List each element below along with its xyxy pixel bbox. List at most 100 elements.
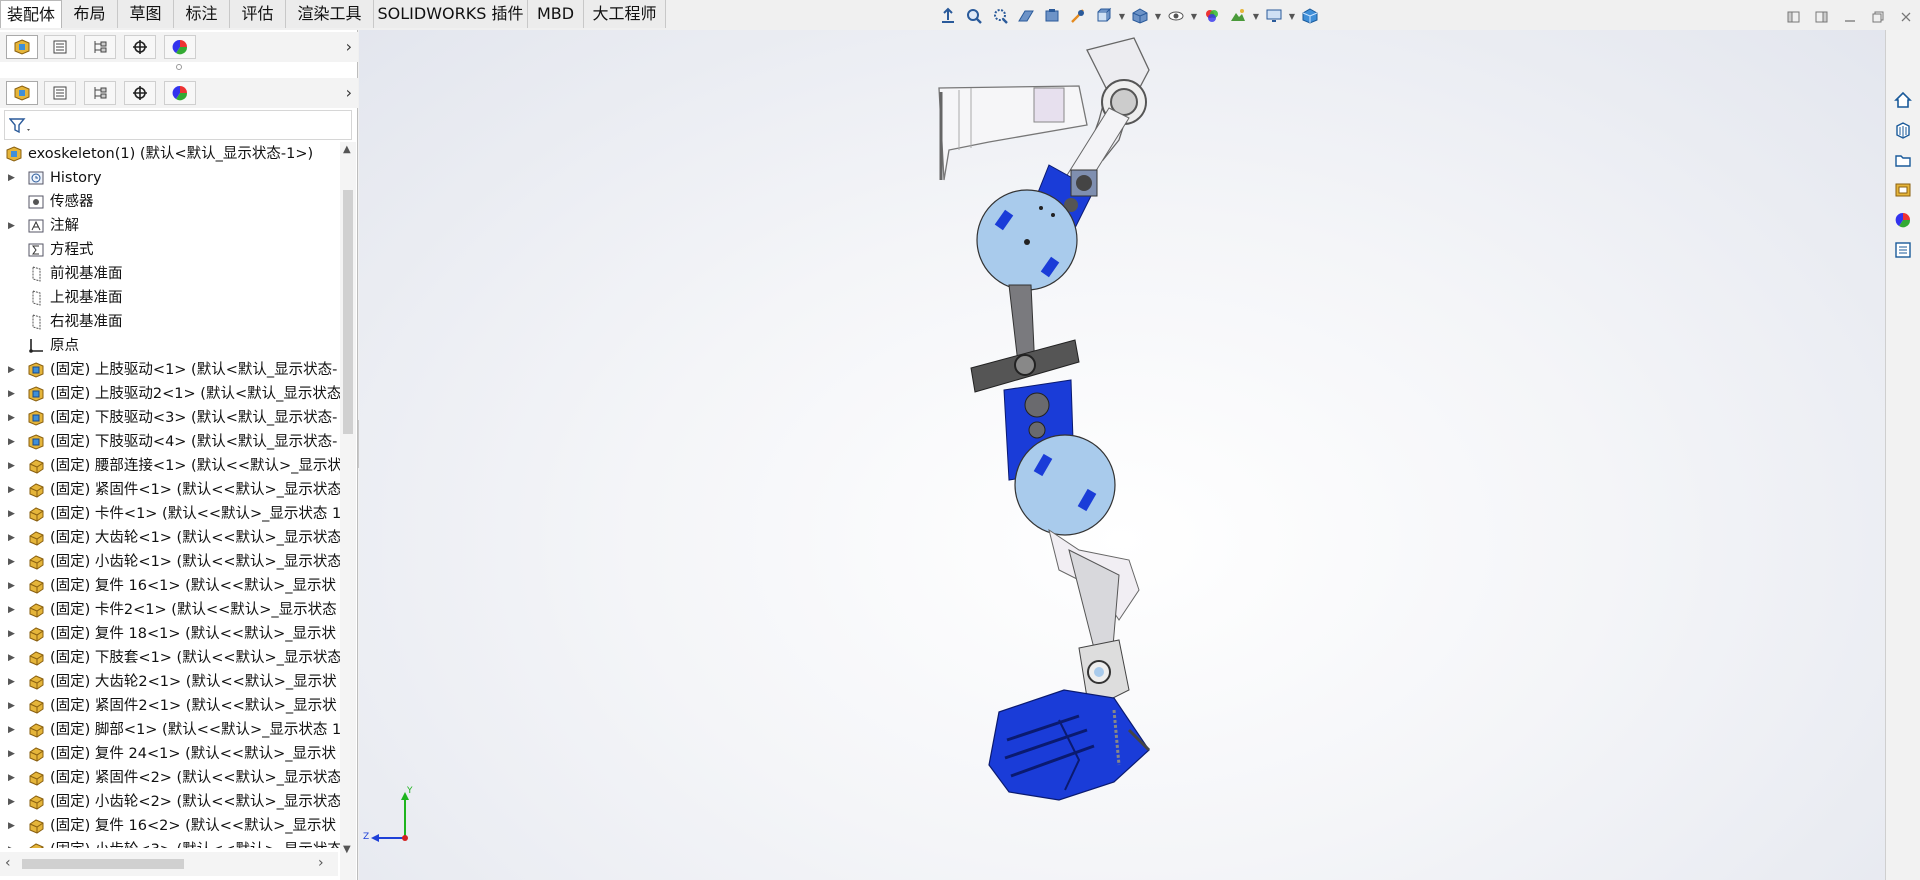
expand-arrow-icon[interactable]: ▶ — [8, 478, 15, 502]
tree-horizontal-scroll-thumb[interactable] — [22, 859, 184, 869]
view-palette-icon[interactable] — [1891, 178, 1915, 202]
zoom-to-fit-icon[interactable] — [961, 4, 987, 28]
scroll-down-arrow[interactable]: ▼ — [343, 844, 351, 855]
tab-sketch[interactable]: 草图 — [118, 0, 174, 28]
display-style-icon[interactable] — [1127, 4, 1153, 28]
expand-arrow-icon[interactable]: ▶ — [8, 622, 15, 646]
hide-show-caret[interactable]: ▼ — [1189, 4, 1199, 28]
apply-scene-caret[interactable]: ▼ — [1251, 4, 1261, 28]
tree-item[interactable]: ▶ History — [0, 166, 340, 190]
tree-vertical-scroll-thumb[interactable] — [343, 190, 353, 434]
tree-item[interactable]: ▶ (固定) 复件 18<1> (默认<<默认>_显示状 — [0, 622, 340, 646]
tab-engineer[interactable]: 大工程师 — [584, 0, 666, 28]
tree-item[interactable]: ▶ (固定) 复件 16<2> (默认<<默认>_显示状 — [0, 814, 340, 838]
tree-item[interactable]: ▶ (固定) 大齿轮<1> (默认<<默认>_显示状态 — [0, 526, 340, 550]
expand-arrow-icon[interactable]: ▶ — [8, 814, 15, 838]
expand-arrow-icon[interactable]: ▶ — [8, 358, 15, 382]
display-manager-tab-icon[interactable] — [164, 35, 196, 59]
scroll-up-arrow[interactable]: ▲ — [343, 144, 351, 155]
view-setting-monitor-icon[interactable] — [1261, 4, 1287, 28]
expand-arrow-icon[interactable]: ▶ — [8, 406, 15, 430]
panel-splitter-dot[interactable] — [176, 64, 182, 70]
solidworks-resources-home-icon[interactable] — [1891, 88, 1915, 112]
tree-item[interactable]: ▶ (固定) 紧固件<1> (默认<<默认>_显示状态 — [0, 478, 340, 502]
tree-item[interactable]: ▶ (固定) 脚部<1> (默认<<默认>_显示状态 1 — [0, 718, 340, 742]
minimize-icon[interactable] — [1836, 6, 1864, 28]
configuration-manager-tab-icon[interactable] — [84, 35, 116, 59]
graphics-viewport[interactable]: Y Z — [359, 30, 1885, 880]
tab-mbd[interactable]: MBD — [528, 0, 584, 28]
tree-item[interactable]: ▶ (固定) 上肢驱动<1> (默认<默认_显示状态- — [0, 358, 340, 382]
tree-item[interactable]: 上视基准面 — [0, 286, 340, 310]
property-manager-tab-icon[interactable] — [44, 35, 76, 59]
expand-arrow-icon[interactable]: ▶ — [8, 598, 15, 622]
tile-right-icon[interactable] — [1808, 6, 1836, 28]
expand-arrow-icon[interactable]: ▶ — [8, 454, 15, 478]
configuration-manager-tab-icon[interactable] — [84, 81, 116, 105]
dimxpert-manager-tab-icon[interactable] — [124, 81, 156, 105]
tree-item[interactable]: ▶ (固定) 下肢驱动<3> (默认<默认_显示状态- — [0, 406, 340, 430]
tree-item[interactable]: ▶ (固定) 紧固件<2> (默认<<默认>_显示状态 — [0, 766, 340, 790]
expand-arrow-icon[interactable]: ▶ — [8, 574, 15, 598]
tree-item[interactable]: 方程式 — [0, 238, 340, 262]
view-setting-caret[interactable]: ▼ — [1287, 4, 1297, 28]
tree-item[interactable]: ▶ (固定) 紧固件2<1> (默认<<默认>_显示状 — [0, 694, 340, 718]
feature-manager-tab-icon[interactable] — [6, 35, 38, 59]
apply-scene-icon[interactable] — [1225, 4, 1251, 28]
tile-left-icon[interactable] — [1780, 6, 1808, 28]
tree-item[interactable]: ▶ (固定) 下肢驱动<4> (默认<默认_显示状态- — [0, 430, 340, 454]
expand-arrow-icon[interactable]: ▶ — [8, 718, 15, 742]
tree-item[interactable]: ▶ (固定) 复件 16<1> (默认<<默认>_显示状 — [0, 574, 340, 598]
tree-root-assembly[interactable]: exoskeleton(1) (默认<默认_显示状态-1>) — [0, 142, 340, 166]
dimxpert-manager-tab-icon[interactable] — [124, 35, 156, 59]
tree-item[interactable]: ▶ (固定) 大齿轮2<1> (默认<<默认>_显示状 — [0, 670, 340, 694]
tab-render-tools[interactable]: 渲染工具 — [286, 0, 374, 28]
file-explorer-icon[interactable] — [1891, 148, 1915, 172]
design-library-icon[interactable] — [1891, 118, 1915, 142]
tab-evaluate[interactable]: 评估 — [230, 0, 286, 28]
tree-item[interactable]: 前视基准面 — [0, 262, 340, 286]
expand-arrow-icon[interactable]: ▶ — [8, 790, 15, 814]
tree-item[interactable]: 传感器 — [0, 190, 340, 214]
tree-item[interactable]: ▶ (固定) 腰部连接<1> (默认<<默认>_显示状 — [0, 454, 340, 478]
feature-manager-tab-icon[interactable] — [6, 81, 38, 105]
expand-arrow-icon[interactable]: ▶ — [8, 430, 15, 454]
tree-item[interactable]: ▶ (固定) 小齿轮<2> (默认<<默认>_显示状态 — [0, 790, 340, 814]
panel-expand-arrow-top[interactable]: › — [346, 37, 352, 56]
close-icon[interactable] — [1892, 6, 1920, 28]
expand-arrow-icon[interactable]: ▶ — [8, 838, 15, 848]
tree-item[interactable]: ▶ (固定) 上肢驱动2<1> (默认<默认_显示状态 — [0, 382, 340, 406]
restore-icon[interactable] — [1864, 6, 1892, 28]
expand-arrow-icon[interactable]: ▶ — [8, 214, 15, 238]
expand-arrow-icon[interactable]: ▶ — [8, 646, 15, 670]
display-style-caret[interactable]: ▼ — [1153, 4, 1163, 28]
expand-arrow-icon[interactable]: ▶ — [8, 502, 15, 526]
tab-markup[interactable]: 标注 — [174, 0, 230, 28]
tree-item[interactable]: 右视基准面 — [0, 310, 340, 334]
tree-filter-field[interactable] — [4, 110, 352, 140]
zoom-to-area-icon[interactable] — [987, 4, 1013, 28]
3d-cube-icon[interactable] — [1297, 4, 1323, 28]
view-orientation-caret[interactable]: ▼ — [1117, 4, 1127, 28]
tab-layout[interactable]: 布局 — [62, 0, 118, 28]
tree-item[interactable]: ▶ 注解 — [0, 214, 340, 238]
property-manager-tab-icon[interactable] — [44, 81, 76, 105]
hide-show-items-icon[interactable] — [1163, 4, 1189, 28]
scroll-left-arrow[interactable]: ‹ — [5, 855, 11, 871]
expand-arrow-icon[interactable]: ▶ — [8, 550, 15, 574]
scroll-right-arrow[interactable]: › — [318, 855, 324, 871]
expand-arrow-icon[interactable]: ▶ — [8, 670, 15, 694]
tree-item[interactable]: 原点 — [0, 334, 340, 358]
view-settings-icon[interactable] — [1065, 4, 1091, 28]
tree-item[interactable]: ▶ (固定) 卡件2<1> (默认<<默认>_显示状态 — [0, 598, 340, 622]
previous-view-icon[interactable] — [935, 4, 961, 28]
display-manager-tab-icon[interactable] — [164, 81, 196, 105]
filter-icon[interactable] — [9, 117, 33, 135]
tab-assembly[interactable]: 装配体 — [0, 0, 62, 28]
edit-appearance-icon[interactable] — [1199, 4, 1225, 28]
dynamic-annotation-icon[interactable] — [1039, 4, 1065, 28]
exoskeleton-model[interactable] — [359, 30, 1885, 880]
expand-arrow-icon[interactable]: ▶ — [8, 526, 15, 550]
expand-arrow-icon[interactable]: ▶ — [8, 382, 15, 406]
tree-item[interactable]: ▶ (固定) 小齿轮<1> (默认<<默认>_显示状态 — [0, 550, 340, 574]
